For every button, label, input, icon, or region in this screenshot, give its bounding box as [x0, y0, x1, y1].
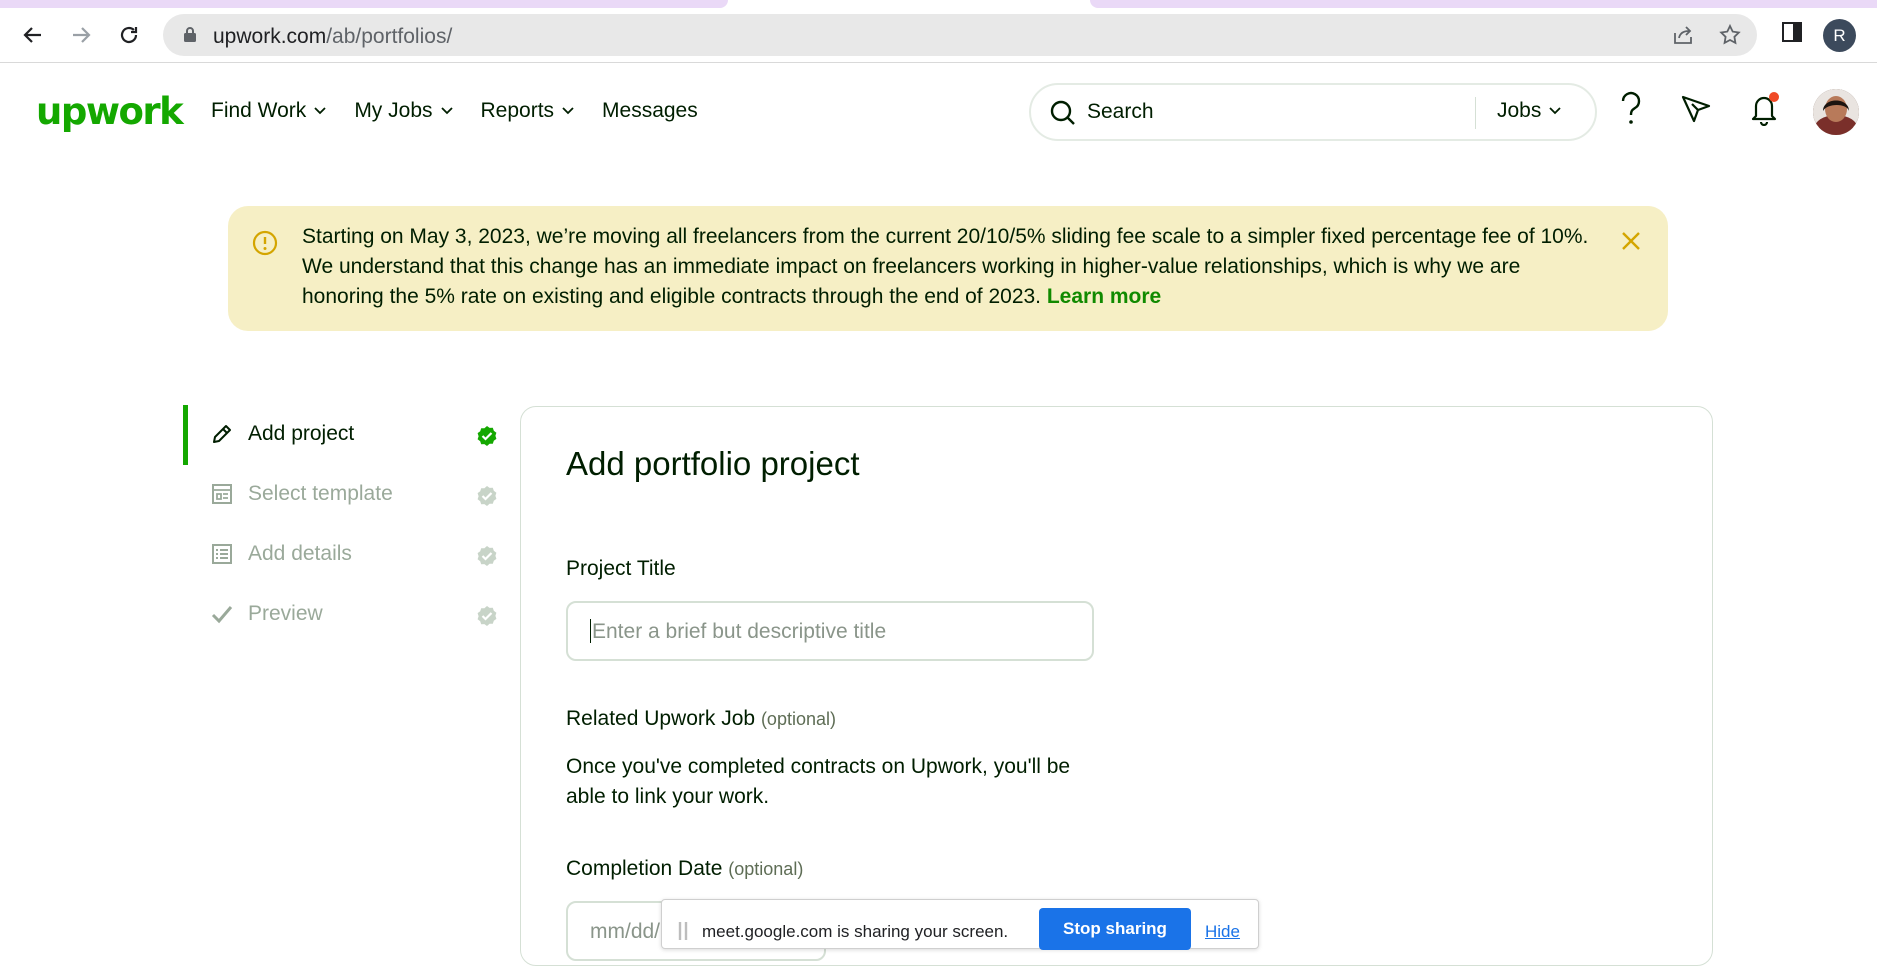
- tab-left[interactable]: [0, 0, 728, 8]
- chevron-down-icon: [440, 107, 453, 115]
- project-title-input[interactable]: Enter a brief but descriptive title: [566, 601, 1094, 661]
- check-circle-icon: [476, 545, 498, 572]
- upwork-logo[interactable]: upwork: [36, 90, 184, 133]
- text-caret: [590, 619, 591, 643]
- check-circle-icon: [476, 485, 498, 512]
- main-nav: Find Work My Jobs Reports Messages: [211, 99, 698, 123]
- step-label: Select template: [248, 482, 393, 505]
- forward-button[interactable]: [64, 18, 98, 52]
- step-label: Add project: [248, 422, 355, 445]
- checkmark-icon: [211, 603, 233, 630]
- reload-icon: [120, 26, 138, 44]
- learn-more-link[interactable]: Learn more: [1047, 285, 1161, 308]
- banner-message: Starting on May 3, 2023, we’re moving al…: [302, 225, 1589, 308]
- reload-button[interactable]: [112, 18, 146, 52]
- search-icon: [1049, 99, 1077, 132]
- nav-messages[interactable]: Messages: [602, 99, 698, 123]
- step-select-template[interactable]: Select template: [183, 465, 503, 525]
- search-box[interactable]: Search Jobs: [1029, 83, 1597, 141]
- drag-handle-icon[interactable]: [678, 922, 688, 945]
- fee-announcement-banner: Starting on May 3, 2023, we’re moving al…: [228, 206, 1668, 331]
- close-icon[interactable]: [1620, 230, 1642, 257]
- optional-tag: (optional): [728, 859, 804, 879]
- related-job-help: Once you've completed contracts on Upwor…: [566, 755, 1071, 808]
- portfolio-steps: Add project Select template Add details …: [183, 405, 503, 645]
- chevron-down-icon: [1549, 107, 1561, 115]
- notification-bell-icon[interactable]: [1748, 92, 1780, 131]
- back-arrow-icon: [23, 27, 41, 43]
- nav-reports[interactable]: Reports: [481, 99, 575, 123]
- step-label: Add details: [248, 542, 352, 565]
- nav-my-jobs[interactable]: My Jobs: [354, 99, 453, 123]
- search-divider: [1475, 97, 1476, 129]
- step-preview[interactable]: Preview: [183, 585, 503, 645]
- step-label: Preview: [248, 602, 323, 625]
- screen-sharing-bar: meet.google.com is sharing your screen. …: [661, 899, 1259, 950]
- portfolio-form-card: Add portfolio project Project Title Ente…: [520, 406, 1713, 966]
- nav-find-work[interactable]: Find Work: [211, 99, 326, 123]
- tab-right[interactable]: [1090, 0, 1877, 8]
- url-text: upwork.com/ab/portfolios/: [213, 25, 453, 48]
- input-placeholder: Enter a brief but descriptive title: [592, 620, 887, 643]
- check-circle-icon: [476, 605, 498, 632]
- input-placeholder: mm/dd/: [590, 920, 661, 943]
- tab-strip: [0, 0, 1877, 8]
- step-add-details[interactable]: Add details: [183, 525, 503, 585]
- page-title: Add portfolio project: [566, 445, 860, 482]
- share-icon[interactable]: [1671, 23, 1695, 52]
- search-input[interactable]: Search: [1087, 100, 1154, 124]
- send-icon[interactable]: [1680, 93, 1712, 130]
- address-bar[interactable]: upwork.com/ab/portfolios/: [163, 14, 1757, 56]
- help-icon[interactable]: [1617, 91, 1645, 132]
- side-panel-icon[interactable]: [1780, 20, 1804, 49]
- lock-icon: [183, 26, 197, 48]
- forward-arrow-icon: [73, 27, 91, 43]
- list-icon: [211, 543, 233, 570]
- browser-toolbar: upwork.com/ab/portfolios/ R: [0, 8, 1877, 63]
- site-header: upwork Find Work My Jobs Reports Message…: [0, 64, 1877, 160]
- back-button[interactable]: [16, 18, 50, 52]
- chevron-down-icon: [562, 107, 574, 115]
- bookmark-star-icon[interactable]: [1718, 23, 1742, 52]
- chevron-down-icon: [314, 107, 326, 115]
- project-title-label: Project Title: [566, 557, 676, 580]
- check-circle-icon: [476, 425, 498, 452]
- template-icon: [211, 483, 233, 510]
- optional-tag: (optional): [760, 709, 836, 729]
- warning-icon: [252, 230, 278, 261]
- step-add-project[interactable]: Add project: [183, 405, 503, 465]
- pencil-icon: [211, 423, 233, 450]
- sharing-message: meet.google.com is sharing your screen.: [702, 922, 1009, 941]
- search-category-select[interactable]: Jobs: [1497, 99, 1561, 123]
- hide-link[interactable]: Hide: [1205, 922, 1240, 942]
- browser-profile-avatar[interactable]: R: [1823, 19, 1856, 52]
- related-job-label: Related Upwork Job (optional): [566, 707, 836, 730]
- completion-date-label: Completion Date (optional): [566, 857, 804, 880]
- user-avatar[interactable]: [1813, 89, 1859, 135]
- active-step-indicator: [183, 405, 188, 465]
